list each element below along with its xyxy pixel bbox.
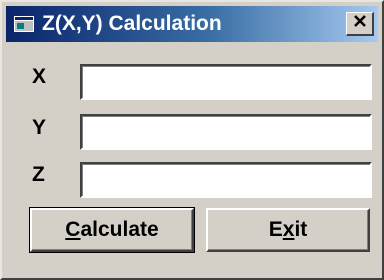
calculate-button[interactable]: Calculate	[29, 207, 195, 253]
x-field[interactable]	[80, 64, 372, 100]
app-window-icon	[14, 16, 34, 32]
calculate-mnemonic: C	[65, 218, 81, 241]
exit-label-start: E	[268, 218, 283, 241]
title-bar[interactable]: Z(X,Y) Calculation	[6, 6, 378, 42]
y-label: Y	[32, 116, 47, 139]
exit-button[interactable]: Ex it	[206, 208, 370, 252]
z-field[interactable]	[80, 162, 372, 198]
dialog-window: Z(X,Y) Calculation X Y Z Calculate Ex it	[0, 0, 384, 280]
window-title: Z(X,Y) Calculation	[42, 12, 222, 35]
close-icon	[353, 14, 367, 33]
exit-mnemonic: x	[282, 218, 295, 241]
exit-label-rest: it	[294, 218, 308, 241]
calculate-label-rest: alculate	[80, 218, 159, 241]
z-label: Z	[32, 163, 45, 186]
x-label: X	[32, 65, 47, 88]
close-button[interactable]	[346, 12, 374, 36]
y-field[interactable]	[80, 114, 372, 150]
